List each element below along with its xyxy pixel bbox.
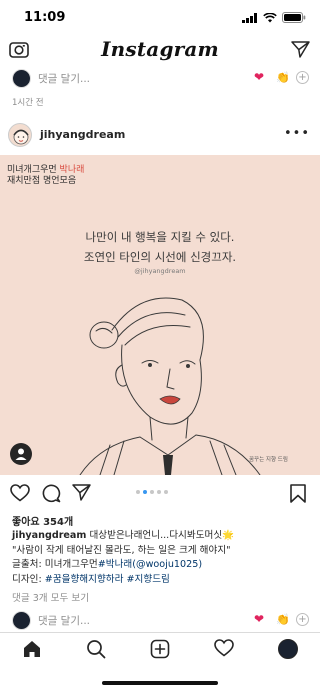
search-icon [87,640,106,659]
nav-new-post[interactable] [150,639,170,663]
post-caption: jihyangdream 대상받은나래언니...다시봐도머싯🌟 "사람이 작게 … [12,529,312,587]
wifi-icon [263,12,277,22]
bookmark-icon [290,484,306,503]
comment-input[interactable]: 댓글 달기... [38,613,90,628]
post-username[interactable]: jihyangdream [40,128,125,141]
add-reaction-icon[interactable]: + [296,613,309,626]
bottom-navigation [0,632,320,666]
previous-post-comment-row: 댓글 달기... ❤ 👏 + [0,67,320,89]
clap-reaction-icon[interactable]: 👏 [276,71,290,84]
carousel-dot [150,490,154,494]
hashtag-link[interactable]: #박나래 [98,559,133,570]
caption-line3-prefix: 글출처: 미녀개그우먼 [12,559,98,570]
status-icons [242,12,306,23]
carousel-dot [143,490,147,494]
new-post-icon [150,639,170,659]
hashtag-link[interactable]: #지향드림 [127,574,170,585]
view-all-comments-link[interactable]: 댓글 3개 모두 보기 [12,590,89,604]
share-icon [72,484,91,501]
post-action-bar [0,480,320,508]
heart-reaction-icon[interactable]: ❤ [254,612,264,626]
like-button[interactable] [10,484,30,506]
nav-home[interactable] [22,639,42,663]
activity-icon [214,639,234,657]
hashtag-link[interactable]: #꿈을향해지향하라 [45,574,124,585]
profile-icon [278,639,298,659]
add-reaction-icon[interactable]: + [296,71,309,84]
comment-row: 댓글 달기... ❤ 👏 + [0,609,320,631]
person-icon [15,448,27,460]
home-icon [24,641,40,657]
nav-profile[interactable] [278,639,298,659]
save-button[interactable] [290,484,306,507]
avatar [12,611,31,630]
more-options-icon[interactable]: ••• [284,126,310,141]
like-count[interactable]: 좋아요 354개 [12,513,73,528]
comment-icon [42,484,61,503]
caption-line1: 대상받은나래언니...다시봐도머싯🌟 [86,530,235,541]
comment-button[interactable] [42,484,61,507]
signal-icon [242,12,257,23]
avatar [12,69,31,88]
mention-link[interactable]: (@wooju1025) [132,559,202,570]
carousel-indicator [136,490,168,494]
status-bar: 11:09 [0,0,320,36]
caption-username[interactable]: jihyangdream [12,530,86,541]
instagram-logo: Instagram [101,37,219,61]
heart-icon [10,484,30,502]
app-header: Instagram [0,36,320,66]
comment-input[interactable]: 댓글 달기... [38,71,90,86]
status-time: 11:09 [24,10,66,25]
tagged-people-button[interactable] [10,443,32,465]
caption-line2: "사람이 작게 태어날진 몰라도, 하는 일은 크게 해야지" [12,544,231,556]
carousel-dot [164,490,168,494]
clap-reaction-icon[interactable]: 👏 [276,613,290,626]
direct-icon [291,41,310,58]
image-signature: 꿈꾸는 지향 드림 [249,457,288,463]
post-header: jihyangdream ••• [0,120,320,150]
carousel-dot [157,490,161,494]
battery-icon [282,12,306,23]
post-author-avatar[interactable] [8,123,32,147]
heart-reaction-icon[interactable]: ❤ [254,70,264,84]
portrait-illustration [79,297,261,475]
post-image[interactable]: 미녀개그우먼 박나래 재치만점 명언모음 나만이 내 행복을 지킬 수 있다. … [0,155,320,475]
home-indicator [102,681,218,685]
nav-activity[interactable] [214,639,234,661]
avatar-illustration [13,129,29,145]
share-button[interactable] [72,484,91,505]
direct-message-button[interactable] [291,41,310,62]
post-timestamp: 1시간 전 [12,98,44,108]
carousel-dot [136,490,140,494]
caption-line4-prefix: 디자인: [12,573,42,585]
nav-search[interactable] [86,639,106,663]
